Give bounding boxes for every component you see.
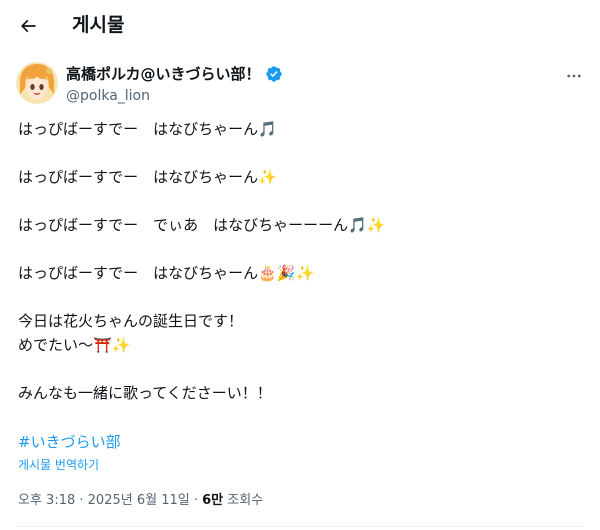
top-header: 게시물 [0,0,600,52]
views-count: 6만 [202,493,224,508]
verified-badge-icon [265,65,283,83]
tweet-line: めでたい〜⛩️✨ [18,336,131,354]
tweet-line: はっぴばーすでー はなびちゃーん✨ [18,168,277,186]
views-label: 조회수 [223,493,264,508]
tweet-line: 今日は花火ちゃんの誕生日です！ [18,312,244,330]
meta-separator: · [189,493,203,508]
tweet-paragraph: みんなも一緒に歌ってくださーい！！ [18,381,578,405]
back-button[interactable] [10,8,46,44]
avatar-image [16,62,58,104]
more-options-button[interactable] [562,64,586,88]
divider [16,526,584,527]
tweet-line: はっぴばーすでー はなびちゃーん🎵 [18,120,277,138]
more-dots-icon [567,74,581,78]
tweet-line: みんなも一緒に歌ってくださーい！！ [18,384,272,402]
tweet-paragraph: はっぴばーすでー はなびちゃーん✨ [18,165,578,189]
hashtag-link[interactable]: #いきづらい部 [18,431,121,453]
tweet-text: はっぴばーすでー はなびちゃーん🎵 はっぴばーすでー はなびちゃーん✨ はっぴば… [18,117,578,429]
display-name-row: 高橋ポルカ@いきづらい部！ [66,64,283,84]
tweet-paragraph: はっぴばーすでー はなびちゃーん🎵 [18,117,578,141]
author-info: 高橋ポルカ@いきづらい部！ @polka_lion [66,64,283,106]
user-handle[interactable]: @polka_lion [66,86,283,106]
avatar[interactable] [16,62,58,104]
tweet-line: はっぴばーすでー はなびちゃーん🎂🎉✨ [18,264,315,282]
tweet-paragraph: はっぴばーすでー でぃあ はなびちゃーーーん🎵✨ [18,213,578,237]
translate-post-link[interactable]: 게시물 번역하기 [18,456,99,474]
arrow-left-icon [20,19,36,33]
display-name[interactable]: 高橋ポルカ@いきづらい部！ [66,64,261,84]
tweet-line: はっぴばーすでー でぃあ はなびちゃーーーん🎵✨ [18,216,386,234]
tweet-paragraph: 今日は花火ちゃんの誕生日です！ めでたい〜⛩️✨ [18,309,578,357]
tweet-meta: 오후 3:18 · 2025년 6월 11일 · 6만 조회수 [18,491,263,511]
post-date[interactable]: 2025년 6월 11일 [88,493,190,508]
page-title: 게시물 [72,14,125,36]
meta-separator: · [75,493,88,508]
post-time[interactable]: 오후 3:18 [18,493,75,508]
tweet-paragraph: はっぴばーすでー はなびちゃーん🎂🎉✨ [18,261,578,285]
